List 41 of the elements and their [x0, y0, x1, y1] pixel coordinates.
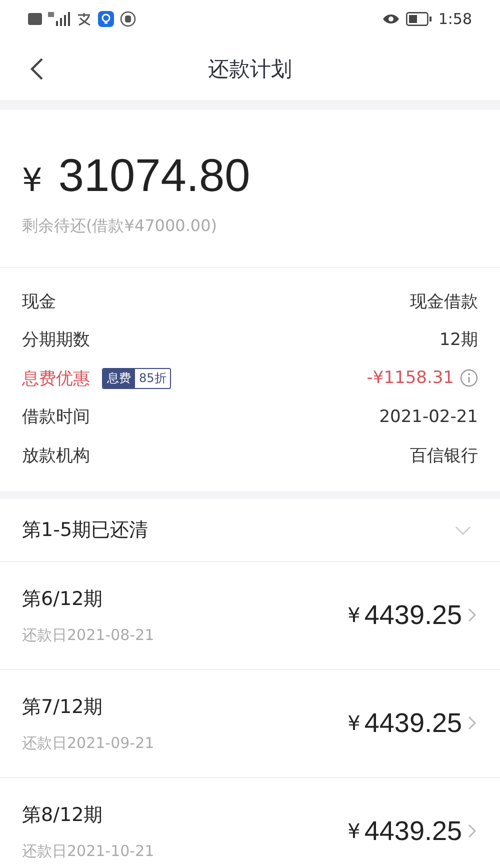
installment-amount: 4439.25: [364, 708, 462, 738]
eye-icon: [382, 13, 400, 25]
detail-value: 现金借款: [410, 290, 478, 313]
detail-value: 12期: [439, 329, 478, 352]
info-icon[interactable]: [460, 369, 478, 388]
signal-icon: [48, 12, 70, 26]
detail-label: 现金: [22, 290, 56, 313]
app-icon: [76, 12, 92, 26]
detail-value: 百信银行: [410, 444, 478, 467]
detail-label: 借款时间: [22, 406, 90, 428]
chevron-icon: [466, 715, 478, 731]
due-date: 还款日2021-08-21: [22, 626, 154, 644]
page-title: 还款计划: [208, 56, 292, 83]
remaining-amount: 31074.80: [58, 148, 250, 202]
installment-title: 第7/12期: [22, 694, 104, 720]
detail-label: 放款机构: [22, 444, 90, 467]
currency-symbol: ¥: [348, 819, 360, 843]
due-date: 还款日2021-10-21: [22, 842, 154, 860]
currency-symbol: ¥: [22, 161, 42, 199]
currency-symbol: ¥: [348, 603, 360, 627]
battery-icon: [406, 12, 432, 26]
installment-amount: 4439.25: [364, 816, 462, 846]
currency-symbol: ¥: [348, 711, 360, 735]
chevron-icon: [466, 823, 478, 839]
discount-tag: 息费 85折: [102, 368, 172, 389]
installment-row[interactable]: 第6/12期 还款日2021-08-21 ¥4439.25: [0, 562, 500, 670]
status-time: 1:58: [438, 10, 472, 28]
chevron-icon: [466, 607, 478, 623]
installment-title: 第6/12期: [22, 586, 104, 612]
remaining-subtitle: 剩余待还(借款¥47000.00): [22, 216, 218, 237]
discount-label: 息费优惠: [22, 368, 90, 390]
paid-periods-row[interactable]: 第1-5期已还清: [0, 498, 500, 562]
discount-value: -¥1158.31: [366, 368, 454, 388]
installment-row[interactable]: 第7/12期 还款日2021-09-21 ¥4439.25: [0, 670, 500, 778]
detail-value: 2021-02-21: [379, 406, 478, 427]
due-date: 还款日2021-09-21: [22, 734, 154, 752]
installment-row[interactable]: 第8/12期 还款日2021-10-21 ¥4439.25: [0, 778, 500, 866]
installment-amount: 4439.25: [364, 600, 462, 630]
installment-title: 第8/12期: [22, 802, 104, 828]
lightbulb-icon: [98, 11, 114, 27]
detail-label: 分期期数: [22, 329, 90, 352]
